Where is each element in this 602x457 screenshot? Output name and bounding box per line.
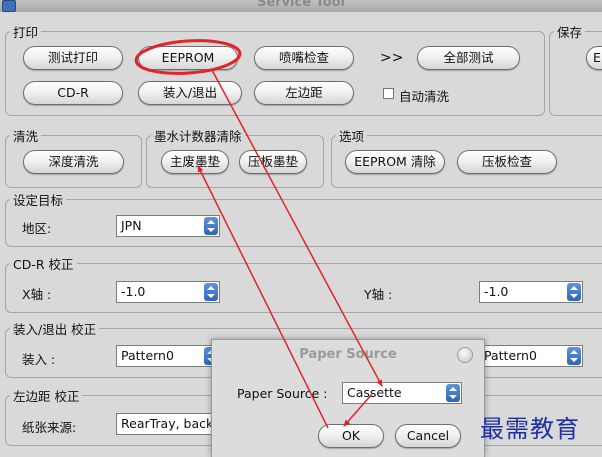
print-group-legend: 打印 [13,25,39,40]
target-group-legend: 设定目标 [13,193,64,208]
dialog-paper-source-label: Paper Source : [237,386,328,401]
load-value: Pattern0 [121,348,174,363]
clean-group-legend: 清洗 [13,129,39,144]
x-axis-select[interactable]: -1.0 [116,281,220,303]
paper-source-dialog: Paper Source Paper Source : Cassette OK … [211,339,485,457]
nozzle-check-button[interactable]: 喷嘴检查 [254,46,354,70]
deep-clean-button[interactable]: 深度清洗 [23,150,124,174]
dialog-title: Paper Source [299,347,397,362]
auto-clean-checkbox[interactable] [383,88,394,99]
region-select-arrow-icon [204,217,218,235]
region-value: JPN [121,218,142,233]
load-right-value: Pattern0 [484,348,537,363]
y-axis-label: Y轴 : [364,287,393,302]
dialog-paper-source-select[interactable]: Cassette [342,382,462,404]
window-title: Service Tool [256,0,346,10]
paper-source-main-select[interactable]: RearTray, back [116,413,220,435]
watermark: 最需教育 [480,415,580,443]
ok-button[interactable]: OK [318,424,384,448]
cd-r-button[interactable]: CD-R [23,81,123,105]
load-eject-button[interactable]: 装入/退出 [138,81,242,105]
region-select[interactable]: JPN [116,215,220,237]
more-arrows: >> [380,50,404,66]
left-margin-group-legend: 左边距 校正 [13,389,80,404]
region-label: 地区: [22,221,52,236]
full-test-button[interactable]: 全部测试 [417,46,520,70]
main-waste-pad-button[interactable]: 主废墨垫 [161,150,229,174]
options-group-legend: 选项 [339,129,365,144]
paper-source-main-label: 纸张来源: [22,420,77,435]
y-axis-value: -1.0 [484,284,509,299]
x-axis-label: X轴 : [22,287,52,302]
dialog-close-icon[interactable] [457,347,473,363]
title-bar: Service Tool [0,0,602,12]
eeprom-button[interactable]: EEPROM [138,46,238,70]
target-group: 设定目标 [5,190,602,247]
x-axis-value: -1.0 [121,284,146,299]
load-right-select[interactable]: Pattern0 [479,345,583,367]
cancel-button[interactable]: Cancel [395,424,461,448]
load-eject-group-legend: 装入/退出 校正 [13,322,97,337]
platen-check-button[interactable]: 压板检查 [457,150,557,174]
x-axis-select-arrow-icon [204,283,218,301]
dialog-select-arrow-icon [446,384,460,402]
load-label: 装入 : [22,352,56,367]
paper-source-main-value: RearTray, back [121,416,214,431]
eeprom-clear-button[interactable]: EEPROM 清除 [345,150,445,174]
left-margin-button[interactable]: 左边距 [254,81,354,105]
y-axis-select[interactable]: -1.0 [479,281,583,303]
test-print-button[interactable]: 测试打印 [23,46,123,70]
dialog-paper-source-value: Cassette [347,385,402,400]
auto-clean-label: 自动清洗 [399,89,450,104]
save-group-legend: 保存 [557,25,583,40]
load-right-select-arrow-icon [567,347,581,365]
load-select[interactable]: Pattern0 [116,345,220,367]
cdr-group-legend: CD-R 校正 [13,257,74,272]
platen-pad-button[interactable]: 压板墨垫 [239,150,307,174]
ink-counter-group-legend: 墨水计数器清除 [154,129,242,144]
y-axis-select-arrow-icon [567,283,581,301]
